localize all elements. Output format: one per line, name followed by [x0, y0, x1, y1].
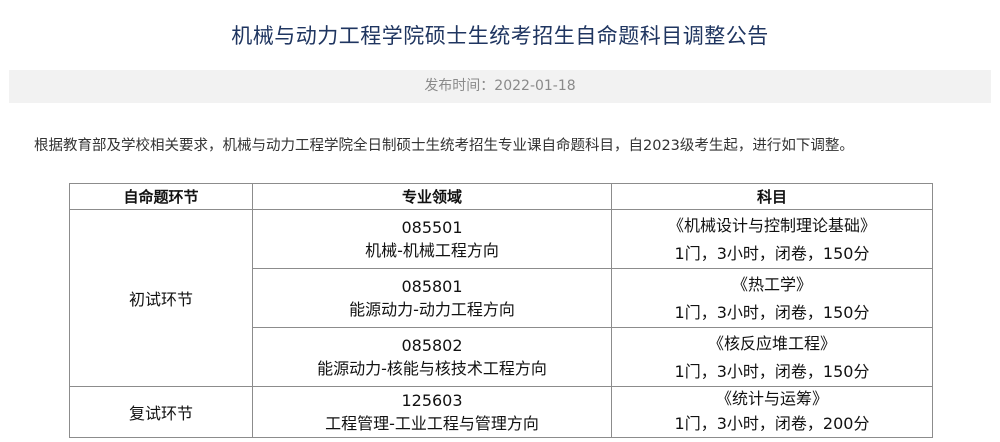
subject-name: 《核反应堆工程》: [707, 334, 836, 353]
page-title: 机械与动力工程学院硕士生统考招生自命题科目调整公告: [231, 24, 769, 48]
subject-name: 《热工学》: [731, 275, 812, 294]
subject-detail: 1门，3小时，闭卷，150分: [674, 244, 870, 263]
subject-detail: 1门，3小时，闭卷，150分: [674, 362, 870, 381]
subject-table: 自命题环节 专业领域 科目 初试环节 085501 机械-机械工程方向 《机械设…: [69, 183, 933, 438]
subject-detail: 1门，3小时，闭卷，200分: [674, 414, 870, 433]
table-row: 初试环节 085501 机械-机械工程方向 《机械设计与控制理论基础》 1门，3…: [69, 209, 933, 387]
field-cell: 085801 能源动力-动力工程方向: [252, 268, 612, 328]
field-code: 125603: [401, 391, 463, 410]
header-field: 专业领域: [252, 183, 612, 210]
subject-cell: 《统计与运筹》 1门，3小时，闭卷，200分: [611, 386, 933, 438]
field-name: 机械-机械工程方向: [365, 241, 499, 260]
field-name: 能源动力-动力工程方向: [349, 300, 515, 319]
field-code: 085501: [401, 218, 463, 237]
stage-cell: 初试环节: [69, 209, 253, 387]
publish-date: 发布时间：2022-01-18: [424, 78, 576, 94]
field-code: 085802: [401, 336, 463, 355]
header-stage: 自命题环节: [69, 183, 253, 210]
field-cell: 085501 机械-机械工程方向: [252, 209, 612, 269]
table-header-row: 自命题环节 专业领域 科目: [69, 183, 933, 210]
field-cell: 085802 能源动力-核能与核技术工程方向: [252, 327, 612, 387]
subject-detail: 1门，3小时，闭卷，150分: [674, 303, 870, 322]
table-row: 复试环节 125603 工程管理-工业工程与管理方向 《统计与运筹》 1门，3小…: [69, 386, 933, 438]
subject-cell: 《核反应堆工程》 1门，3小时，闭卷，150分: [611, 327, 933, 387]
field-name: 工程管理-工业工程与管理方向: [325, 414, 539, 433]
subject-name: 《统计与运筹》: [715, 389, 828, 408]
subject-name: 《机械设计与控制理论基础》: [667, 216, 876, 235]
field-code: 085801: [401, 277, 463, 296]
publish-date-bar: 发布时间：2022-01-18: [9, 70, 991, 103]
field-cell: 125603 工程管理-工业工程与管理方向: [252, 386, 612, 438]
stage-cell: 复试环节: [69, 386, 253, 438]
intro-paragraph: 根据教育部及学校相关要求，机械与动力工程学院全日制硕士生统考招生专业课自命题科目…: [34, 138, 854, 154]
subject-cell: 《机械设计与控制理论基础》 1门，3小时，闭卷，150分: [611, 209, 933, 269]
field-name: 能源动力-核能与核技术工程方向: [317, 359, 547, 378]
subject-cell: 《热工学》 1门，3小时，闭卷，150分: [611, 268, 933, 328]
header-subject: 科目: [611, 183, 933, 210]
